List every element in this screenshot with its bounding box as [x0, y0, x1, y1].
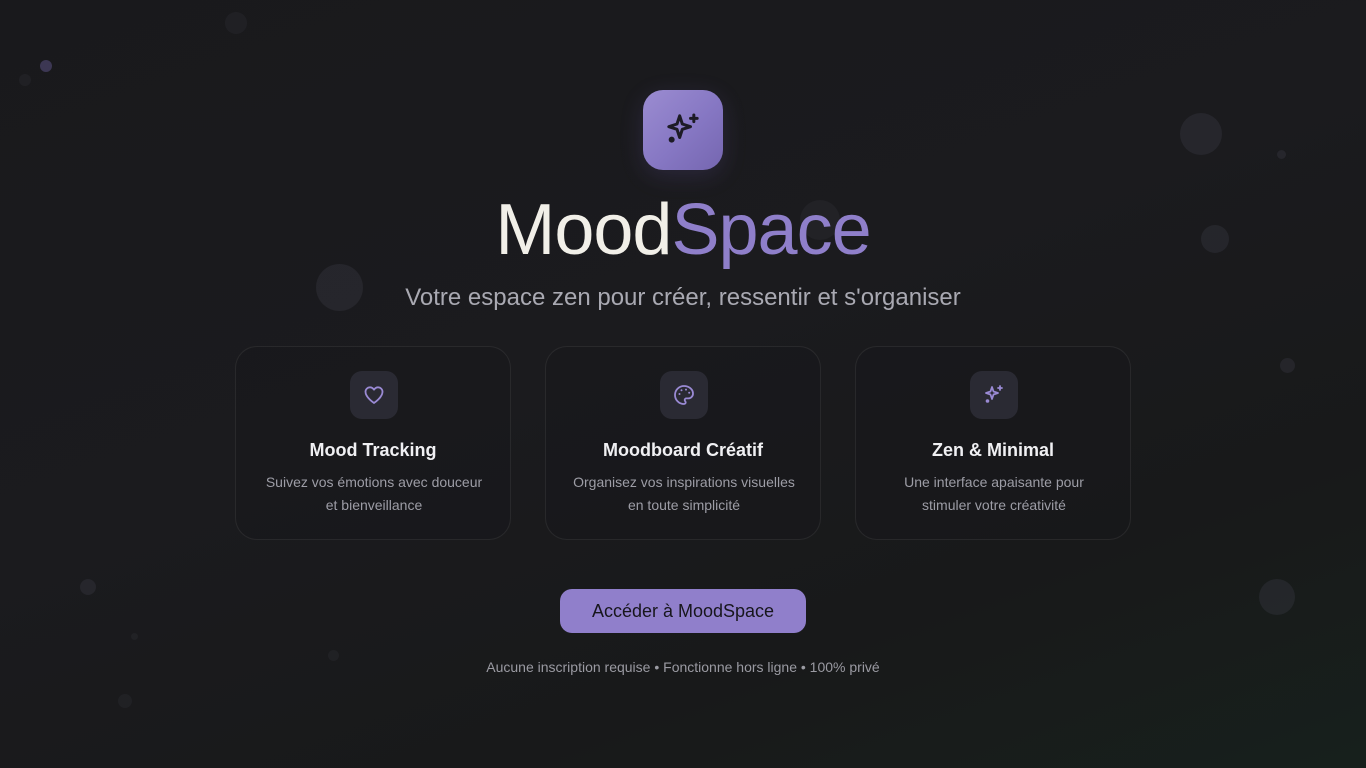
- background-bubble: [80, 579, 96, 595]
- feature-card-mood-tracking: Mood Tracking Suivez vos émotions avec d…: [235, 346, 511, 540]
- background-bubble: [1259, 579, 1295, 615]
- app-logo: [643, 90, 723, 170]
- feature-card-zen-minimal: Zen & Minimal Une interface apaisante po…: [855, 346, 1131, 540]
- access-moodspace-button[interactable]: Accéder à MoodSpace: [560, 589, 806, 633]
- feature-icon-container: [970, 371, 1018, 419]
- feature-title: Moodboard Créatif: [603, 440, 763, 460]
- feature-title: Zen & Minimal: [931, 440, 1054, 460]
- background-bubble: [1277, 150, 1286, 159]
- feature-description: Organisez vos inspirations visuelles en …: [573, 474, 795, 513]
- feature-description: Suivez vos émotions avec douceur et bien…: [265, 474, 483, 513]
- feature-card-moodboard: Moodboard Créatif Organisez vos inspirat…: [545, 346, 821, 540]
- feature-description: Une interface apaisante pour stimuler vo…: [904, 474, 1084, 513]
- app-title: MoodSpace: [0, 188, 1366, 272]
- app-title-part-mood: Mood: [495, 190, 672, 270]
- background-bubble: [1280, 358, 1295, 373]
- feature-title: Mood Tracking: [309, 440, 437, 460]
- footnote: Aucune inscription requise • Fonctionne …: [486, 659, 880, 675]
- background-bubble: [225, 12, 247, 34]
- palette-icon: [674, 385, 694, 405]
- feature-icon-container: [350, 371, 398, 419]
- heart-icon: [364, 386, 384, 404]
- background-bubble: [1180, 113, 1222, 155]
- background-bubble: [40, 60, 52, 72]
- app-title-part-space: Space: [671, 190, 871, 270]
- sparkles-icon: [667, 113, 699, 143]
- sparkles-icon: [985, 385, 1003, 403]
- background-bubble: [118, 694, 132, 708]
- background-bubble: [19, 74, 31, 86]
- feature-icon-container: [660, 371, 708, 419]
- background-bubble: [131, 633, 138, 640]
- app-subtitle: Votre espace zen pour créer, ressentir e…: [405, 284, 961, 311]
